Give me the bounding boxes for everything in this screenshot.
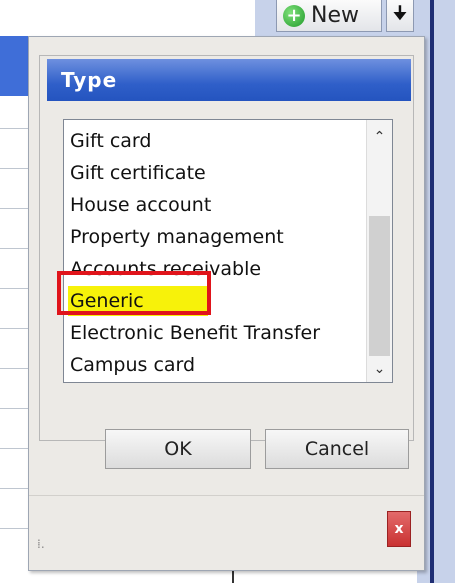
close-button[interactable]: x xyxy=(387,511,411,547)
close-icon: x xyxy=(394,521,404,537)
background-divider xyxy=(430,0,434,583)
new-button-label: New xyxy=(311,3,359,28)
list-item[interactable]: Gift card xyxy=(68,126,364,156)
type-listbox[interactable]: Gift card Gift certificate House account… xyxy=(63,119,393,383)
scroll-thumb[interactable] xyxy=(369,216,390,356)
list-item[interactable]: Property management xyxy=(68,222,364,252)
background-panel-header xyxy=(0,36,30,96)
new-button[interactable]: + New xyxy=(276,0,382,32)
scroll-down-icon[interactable]: ⌄ xyxy=(367,356,392,382)
type-popup: Type Gift card Gift certificate House ac… xyxy=(28,36,425,571)
popup-title: Type xyxy=(47,59,411,101)
resize-grip-icon[interactable]: ⁞. xyxy=(37,537,45,551)
new-dropdown-button[interactable]: 🠋 xyxy=(386,0,414,32)
list-item[interactable]: Gift certificate xyxy=(68,158,364,188)
list-item[interactable]: Electronic Benefit Transfer xyxy=(68,318,364,348)
listbox-scrollbar[interactable]: ⌃ ⌄ xyxy=(366,120,392,382)
plus-icon: + xyxy=(283,4,305,27)
scroll-up-icon[interactable]: ⌃ xyxy=(367,124,392,150)
down-arrow-icon: 🠋 xyxy=(392,2,408,24)
footer-divider xyxy=(29,495,424,496)
list-item[interactable]: Campus card xyxy=(68,350,364,380)
list-item[interactable]: House account xyxy=(68,190,364,220)
cancel-button[interactable]: Cancel xyxy=(265,429,409,469)
ok-button[interactable]: OK xyxy=(105,429,251,469)
selection-highlight-box xyxy=(57,271,211,315)
